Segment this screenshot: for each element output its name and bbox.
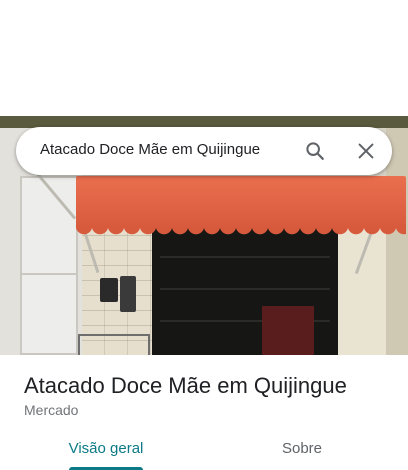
close-icon[interactable] [355, 140, 377, 162]
search-bar[interactable]: Atacado Doce Mãe em Quijingue [16, 127, 392, 175]
place-title: Atacado Doce Mãe em Quijingue [24, 373, 347, 398]
tab-overview[interactable]: Visão geral [60, 430, 152, 470]
tab-bar: Visão geral Sobre [0, 430, 408, 470]
search-input[interactable]: Atacado Doce Mãe em Quijingue [40, 141, 260, 158]
place-category: Mercado [24, 402, 79, 418]
blank-header-area [0, 0, 408, 116]
awning [76, 176, 406, 228]
search-icon[interactable] [304, 140, 326, 162]
tab-overview-label: Visão geral [68, 440, 144, 457]
tab-about-label: Sobre [281, 440, 323, 457]
tab-about[interactable]: Sobre [256, 430, 348, 470]
